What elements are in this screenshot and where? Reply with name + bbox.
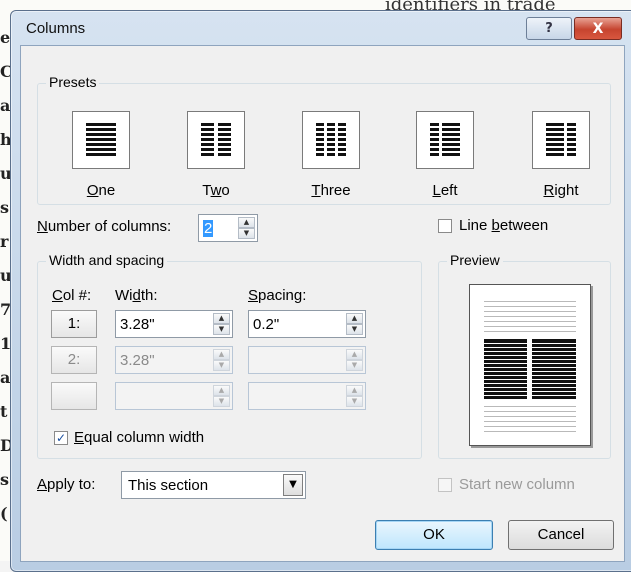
preset-one-label: One <box>86 182 116 199</box>
width-header: Width: <box>115 287 158 304</box>
presets-legend: Presets <box>46 74 100 90</box>
num-columns-spinner[interactable]: 2 ▲ ▼ <box>198 214 258 242</box>
preset-one-icon <box>72 111 130 169</box>
preset-right-label: Right <box>543 182 579 199</box>
spin-up-icon[interactable]: ▲ <box>213 349 230 360</box>
spin-up-icon[interactable]: ▲ <box>213 385 230 396</box>
spin-down-icon[interactable]: ▼ <box>346 360 363 371</box>
ok-button[interactable]: OK <box>375 520 493 550</box>
background-glyph: t <box>0 402 8 421</box>
preset-two[interactable]: Two <box>171 111 261 199</box>
spin-up-icon[interactable]: ▲ <box>213 313 230 324</box>
col-number-header: Col #: <box>52 287 92 304</box>
start-new-column-label: Start new column <box>459 476 575 493</box>
spin-up-icon[interactable]: ▲ <box>346 313 363 324</box>
width-value-1[interactable]: 3.28" <box>120 316 155 333</box>
equal-width-label: Equal column width <box>74 429 205 446</box>
apply-to-value: This section <box>128 477 209 494</box>
spin-down-icon[interactable]: ▼ <box>213 360 230 371</box>
preset-three-icon <box>302 111 360 169</box>
num-columns-label: Number of columns: <box>37 218 172 235</box>
width-spinner-2[interactable]: 3.28" ▲ ▼ <box>115 346 233 374</box>
close-button[interactable]: X <box>574 17 622 40</box>
col-number-1: 1: <box>51 310 97 338</box>
background-glyph: e <box>0 28 11 47</box>
col-number-2: 2: <box>51 346 97 374</box>
spacing-spinner-1[interactable]: 0.2" ▲ ▼ <box>248 310 366 338</box>
background-glyph: s <box>0 198 10 217</box>
apply-to-select[interactable]: This section ▼ <box>121 471 306 499</box>
background-glyph: ( <box>0 504 8 523</box>
spacing-spinner-2[interactable]: ▲ ▼ <box>248 346 366 374</box>
close-icon: X <box>592 20 604 37</box>
preset-one[interactable]: One <box>56 111 146 199</box>
dialog-body: Presets One Two Three Left Right Number … <box>20 45 625 562</box>
line-between-checkbox[interactable] <box>438 219 452 233</box>
preset-two-icon <box>187 111 245 169</box>
spin-down-icon[interactable]: ▼ <box>346 324 363 335</box>
background-glyph: r <box>0 232 9 251</box>
preview-group: Preview <box>438 252 611 459</box>
spin-down-icon[interactable]: ▼ <box>213 396 230 407</box>
preview-legend: Preview <box>447 252 503 268</box>
preset-left-label: Left <box>432 182 458 199</box>
num-columns-value[interactable]: 2 <box>203 220 214 237</box>
spin-down-icon[interactable]: ▼ <box>213 324 230 335</box>
presets-group: Presets One Two Three Left Right <box>37 74 611 205</box>
preset-two-label: Two <box>202 182 230 199</box>
background-glyph: s <box>0 470 10 489</box>
background-glyph: a <box>0 96 11 115</box>
apply-to-label: Apply to: <box>37 476 96 493</box>
preset-right-icon <box>532 111 590 169</box>
spacing-header: Spacing: <box>248 287 307 304</box>
col-number-3 <box>51 382 97 410</box>
start-new-column-checkbox[interactable] <box>438 478 452 492</box>
spin-up-icon[interactable]: ▲ <box>346 349 363 360</box>
width-spinner-3[interactable]: ▲ ▼ <box>115 382 233 410</box>
spin-up-icon[interactable]: ▲ <box>346 385 363 396</box>
title-bar: Columns ? X <box>11 11 631 45</box>
preset-left[interactable]: Left <box>400 111 490 199</box>
line-between-label: Line between <box>459 217 549 234</box>
preset-left-icon <box>416 111 474 169</box>
help-button[interactable]: ? <box>526 17 572 40</box>
dialog-title: Columns <box>26 20 86 37</box>
preview-layout <box>484 301 576 432</box>
width-spacing-legend: Width and spacing <box>46 252 168 268</box>
background-glyph: a <box>0 368 11 387</box>
spacing-spinner-3[interactable]: ▲ ▼ <box>248 382 366 410</box>
preview-page <box>469 284 591 446</box>
spacing-value-1[interactable]: 0.2" <box>253 316 279 333</box>
chevron-down-icon[interactable]: ▼ <box>283 474 303 496</box>
help-icon: ? <box>545 21 553 36</box>
spin-down-icon[interactable]: ▼ <box>346 396 363 407</box>
columns-dialog: Columns ? X Presets One Two Three Left R… <box>10 10 631 572</box>
width-spinner-1[interactable]: 3.28" ▲ ▼ <box>115 310 233 338</box>
spin-up-icon[interactable]: ▲ <box>238 217 255 228</box>
preset-right[interactable]: Right <box>516 111 606 199</box>
spin-down-icon[interactable]: ▼ <box>238 228 255 239</box>
equal-width-checkbox[interactable]: ✓ <box>54 431 68 445</box>
width-value-2[interactable]: 3.28" <box>120 352 155 369</box>
preset-three-label: Three <box>311 182 351 199</box>
preset-three[interactable]: Three <box>286 111 376 199</box>
cancel-button[interactable]: Cancel <box>508 520 614 550</box>
width-spacing-group: Width and spacing Col #: Width: Spacing:… <box>37 252 422 459</box>
